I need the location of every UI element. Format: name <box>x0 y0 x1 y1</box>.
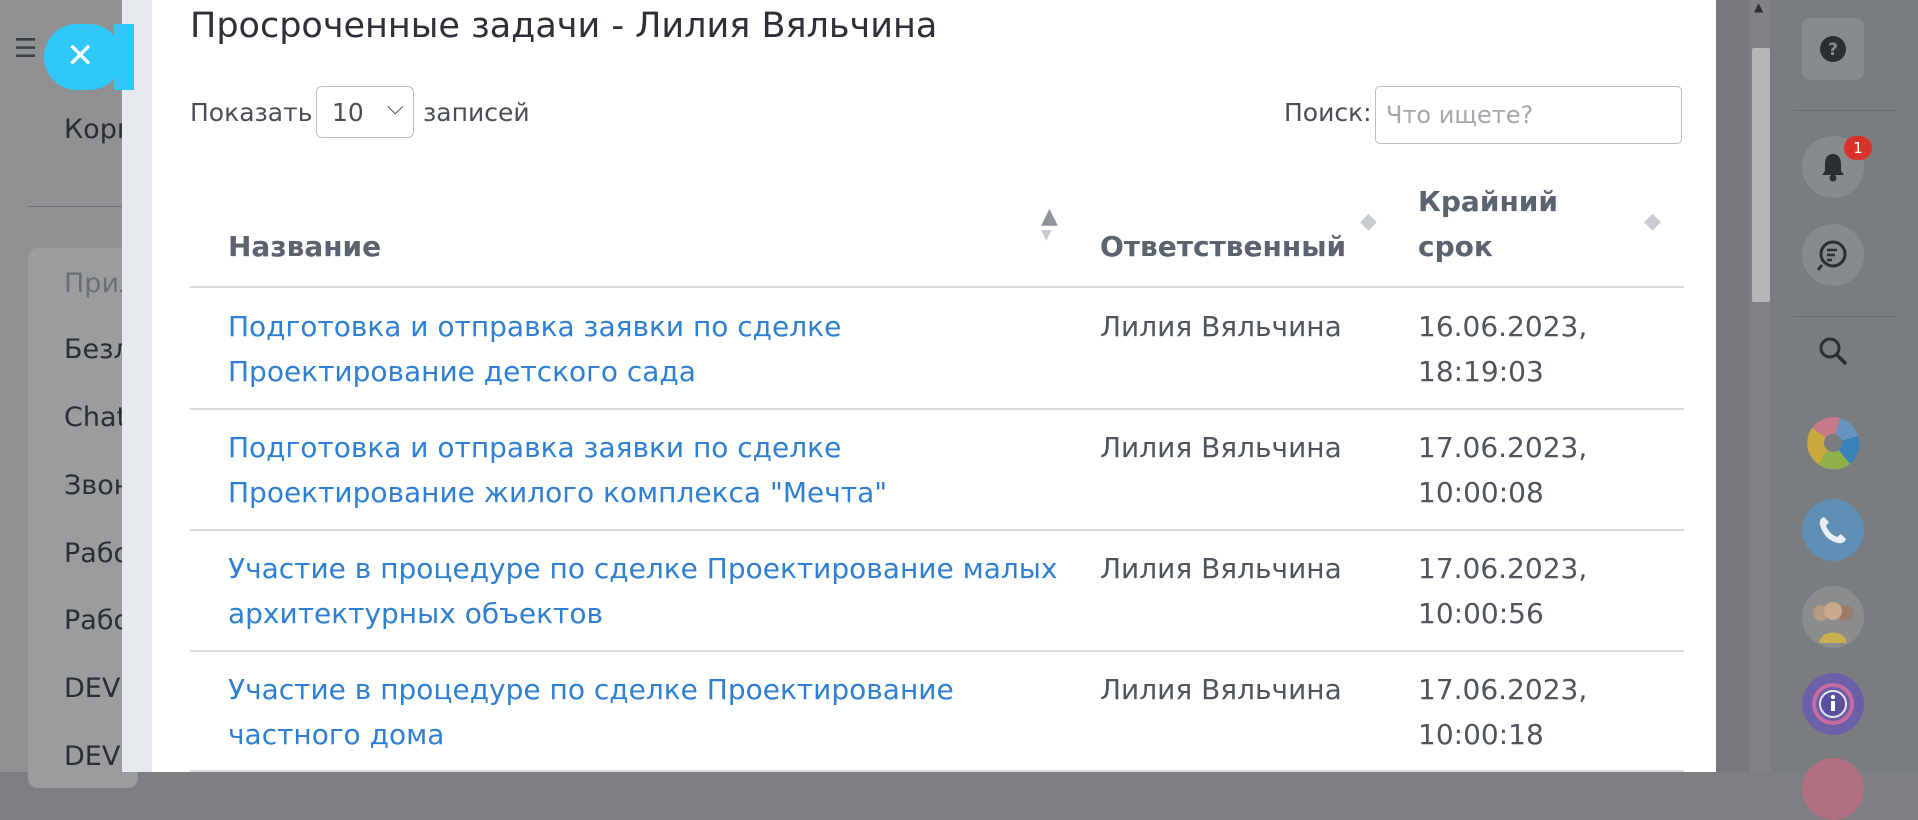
phone-button[interactable] <box>1802 499 1864 561</box>
task-link[interactable]: архитектурных объектов <box>228 591 1068 636</box>
chat-search-button[interactable] <box>1802 224 1864 286</box>
team-avatar[interactable] <box>1802 586 1864 648</box>
sidebar-item: Безл <box>64 334 131 365</box>
deadline-time: 10:00:18 <box>1418 718 1544 751</box>
right-rail <box>1770 0 1918 772</box>
task-link[interactable]: частного дома <box>228 712 1068 757</box>
page-length-select[interactable]: 10 ⌵ <box>316 86 414 138</box>
search-icon <box>1819 337 1848 366</box>
close-icon: ✕ <box>66 36 95 76</box>
rail-divider <box>1793 316 1897 317</box>
svg-text:?: ? <box>1828 40 1838 60</box>
deadline-date: 17.06.2023, <box>1418 552 1588 585</box>
length-suffix-label: записей <box>423 98 530 127</box>
responsible-cell: Лилия Вяльчина <box>1100 673 1342 706</box>
help-icon: ? <box>1820 36 1846 62</box>
search-label: Поиск: <box>1284 98 1372 127</box>
bell-icon <box>1822 154 1844 182</box>
hamburger-icon: ☰ <box>14 34 38 64</box>
close-slider-button[interactable]: ✕ <box>44 24 134 90</box>
deadline-date: 16.06.2023, <box>1418 310 1588 343</box>
team-avatar-icon <box>1813 602 1853 643</box>
help-button[interactable]: ? <box>1802 18 1864 80</box>
task-link[interactable]: Участие в процедуре по сделке Проектиров… <box>228 667 1068 712</box>
responsible-cell: Лилия Вяльчина <box>1100 431 1342 464</box>
extra-app-button[interactable] <box>1802 758 1864 820</box>
header-divider <box>190 286 1684 288</box>
page-title: Просроченные задачи - Лилия Вяльчина <box>190 6 938 46</box>
deadline-date: 17.06.2023, <box>1418 673 1588 706</box>
deadline-date: 17.06.2023, <box>1418 431 1588 464</box>
column-header-deadline-line1[interactable]: Крайний <box>1418 179 1558 224</box>
search-input[interactable] <box>1375 86 1682 144</box>
info-button[interactable] <box>1802 673 1864 735</box>
deadline-time: 10:00:08 <box>1418 476 1544 509</box>
sort-icon[interactable]: ◆ <box>1360 211 1377 233</box>
task-link[interactable]: Проектирование детского сада <box>228 349 1068 394</box>
modal-gutter <box>1716 0 1750 772</box>
sidebar-item: Рабо <box>64 605 130 636</box>
scrollbar-thumb[interactable] <box>1752 48 1770 302</box>
sidebar-item: DEV <box>64 673 121 704</box>
sidebar-item: DEV <box>64 741 121 772</box>
page-length-value: 10 <box>332 98 364 127</box>
rail-divider <box>1793 110 1897 111</box>
task-link[interactable]: Подготовка и отправка заявки по сделке <box>228 304 1068 349</box>
search-button[interactable] <box>1802 320 1864 382</box>
task-link[interactable]: Участие в процедуре по сделке Проектиров… <box>228 546 1068 591</box>
logo-icon <box>1807 417 1860 470</box>
sidebar-item: Chat <box>64 402 128 433</box>
responsible-cell: Лилия Вяльчина <box>1100 552 1342 585</box>
deadline-time: 10:00:56 <box>1418 597 1544 630</box>
column-header-deadline-line2[interactable]: срок <box>1418 224 1493 269</box>
row-divider <box>190 529 1684 531</box>
phone-icon <box>1819 517 1846 544</box>
row-divider <box>190 408 1684 410</box>
scroll-up-icon[interactable]: ▲ <box>1754 0 1763 14</box>
notification-count-badge: 1 <box>1844 136 1872 160</box>
close-button-tail <box>114 24 134 90</box>
app-logo-button[interactable] <box>1802 412 1864 474</box>
deadline-time: 18:19:03 <box>1418 355 1544 388</box>
sort-icon[interactable]: ◆ <box>1644 211 1661 233</box>
task-link[interactable]: Подготовка и отправка заявки по сделке <box>228 425 1068 470</box>
sidebar-divider <box>28 206 128 207</box>
chat-search-icon <box>1816 240 1847 271</box>
chevron-down-icon: ⌵ <box>387 95 404 120</box>
sidebar-item: Рабо <box>64 538 130 569</box>
responsible-cell: Лилия Вяльчина <box>1100 310 1342 343</box>
length-prefix-label: Показать <box>190 98 313 127</box>
row-divider <box>190 650 1684 652</box>
task-link[interactable]: Проектирование жилого комплекса "Мечта" <box>228 470 1068 515</box>
column-header-name[interactable]: Название <box>228 224 381 269</box>
info-icon <box>1812 683 1854 725</box>
sort-desc-icon[interactable]: ▼ <box>1041 224 1052 246</box>
column-header-responsible[interactable]: Ответственный <box>1100 224 1346 269</box>
